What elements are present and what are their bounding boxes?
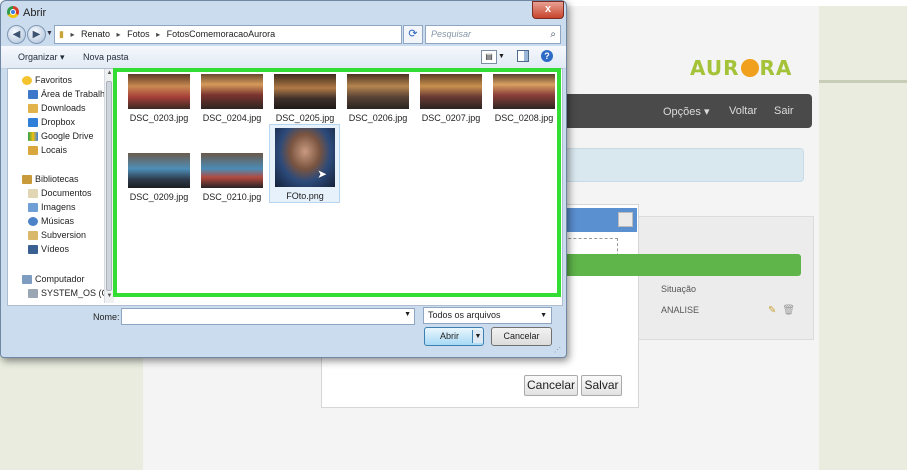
table-title-bar xyxy=(563,254,801,276)
nav-back-link[interactable]: Voltar xyxy=(729,105,757,117)
breadcrumb-fotos-comemoracao[interactable]: FotosComemoracaoAurora xyxy=(167,29,276,39)
nav-item-label: Downloads xyxy=(41,103,86,113)
nav-item-label: Imagens xyxy=(41,202,76,212)
pictures-icon xyxy=(28,203,38,212)
aurora-logo[interactable]: AUR RA xyxy=(690,56,792,80)
modal-close-button[interactable] xyxy=(618,212,633,227)
library-icon xyxy=(22,175,32,184)
dialog-titlebar[interactable]: Abrir x xyxy=(1,1,566,23)
file-name-label: Nome: xyxy=(93,312,120,322)
file-type-value: Todos os arquivos xyxy=(428,310,501,320)
chrome-icon xyxy=(7,6,19,18)
desktop-icon xyxy=(28,90,38,99)
dialog-close-button[interactable]: x xyxy=(532,1,564,19)
file-type-select[interactable]: Todos os arquivos ▼ xyxy=(423,307,552,324)
help-icon[interactable]: ? xyxy=(541,50,553,62)
dropbox-icon xyxy=(28,118,38,127)
drive-icon xyxy=(28,289,38,298)
header-rule xyxy=(819,80,907,83)
refresh-icon: ⟳ xyxy=(408,28,418,40)
search-icon: ⌕ xyxy=(550,29,556,40)
nav-item-label: Google Drive xyxy=(41,131,94,141)
resize-grip-icon[interactable]: ⋰ xyxy=(554,346,561,354)
navigation-pane: Favoritos Área de Trabalho Downloads Dro… xyxy=(8,69,104,303)
modal-save-button[interactable]: Salvar xyxy=(581,375,622,396)
chevron-down-icon[interactable]: ▼ xyxy=(404,311,411,318)
modal-cancel-button[interactable]: Cancelar xyxy=(524,375,578,396)
top-navbar: Opções ▾ Voltar Sair xyxy=(563,94,812,128)
downloads-folder-icon xyxy=(28,104,38,113)
chevron-down-icon: ▼ xyxy=(540,312,547,319)
search-input[interactable]: Pesquisar FotosComemoracao... ⌕ xyxy=(425,25,561,56)
star-icon xyxy=(22,76,32,85)
nav-header-label: Bibliotecas xyxy=(35,174,79,184)
scroll-thumb[interactable] xyxy=(106,81,112,291)
highlight-frame xyxy=(113,68,561,297)
dialog-title: Abrir xyxy=(23,7,47,19)
preview-pane-icon[interactable] xyxy=(517,50,529,62)
documents-icon xyxy=(28,189,38,198)
new-folder-button[interactable]: Nova pasta xyxy=(83,52,129,62)
logo-text-left: AUR xyxy=(690,56,740,80)
row-actions: ✎ 🗑 xyxy=(768,305,801,316)
open-button-label: Abrir xyxy=(440,331,460,341)
computer-icon xyxy=(22,275,32,284)
address-row: ◀ ▶ ▼ ▮ ▸ Renato ▸ Fotos ▸ FotosComemora… xyxy=(1,23,566,56)
dialog-footer: Nome: ▼ Todos os arquivos ▼ Abrir ▼ Canc… xyxy=(1,304,566,357)
table-cell-status: ANALISE xyxy=(661,305,700,315)
trash-icon[interactable]: 🗑 xyxy=(782,305,795,316)
file-open-dialog: Abrir x ◀ ▶ ▼ ▮ ▸ Renato ▸ Fotos ▸ Fotos… xyxy=(0,0,567,358)
edit-icon[interactable]: ✎ xyxy=(768,305,776,316)
sun-icon xyxy=(740,59,759,77)
forward-arrow-icon: ▶ xyxy=(32,29,41,40)
videos-icon xyxy=(28,245,38,254)
organize-menu[interactable]: Organizar ▾ xyxy=(18,52,65,63)
nav-item-label: Documentos xyxy=(41,188,92,198)
table-header-situacao: Situação xyxy=(661,284,697,294)
address-bar[interactable]: ▮ ▸ Renato ▸ Fotos ▸ FotosComemoracaoAur… xyxy=(54,25,450,44)
nav-header-label: Computador xyxy=(35,274,85,284)
crumb-separator-icon: ▸ xyxy=(156,30,161,39)
back-button[interactable]: ◀ xyxy=(7,25,26,44)
nav-exit-link[interactable]: Sair xyxy=(774,105,794,117)
dialog-toolbar: Organizar ▾ Nova pasta ▤ ▼ ? xyxy=(1,46,566,69)
folder-icon: ▮ xyxy=(59,29,64,39)
info-banner xyxy=(563,148,804,182)
scroll-down-icon[interactable]: ▼ xyxy=(106,293,113,299)
folder-icon xyxy=(28,146,38,155)
change-view-icon[interactable]: ▤ xyxy=(481,50,497,64)
forward-button[interactable]: ▶ xyxy=(27,25,46,44)
music-icon xyxy=(28,217,38,226)
nav-item-label: Área de Trabalho xyxy=(41,89,104,99)
breadcrumb-renato[interactable]: Renato xyxy=(81,29,110,39)
view-dropdown-icon[interactable]: ▼ xyxy=(498,53,505,60)
nav-item-label: Dropbox xyxy=(41,117,76,127)
nav-item-label: Músicas xyxy=(41,216,75,226)
cancel-button[interactable]: Cancelar xyxy=(491,327,552,346)
nav-item-label: SYSTEM_OS (C:) xyxy=(41,288,104,298)
open-split-dropdown-icon[interactable]: ▼ xyxy=(472,330,483,343)
crumb-separator-icon: ▸ xyxy=(70,30,75,39)
nav-options-menu[interactable]: Opções ▾ xyxy=(663,105,710,118)
nav-item-label: Locais xyxy=(41,145,68,155)
crumb-separator-icon: ▸ xyxy=(116,30,121,39)
file-name-input[interactable]: ▼ xyxy=(121,308,415,325)
google-drive-icon xyxy=(28,132,38,141)
breadcrumb-fotos[interactable]: Fotos xyxy=(127,29,150,39)
logo-text-right: RA xyxy=(759,56,793,80)
open-button[interactable]: Abrir ▼ xyxy=(424,327,484,346)
folder-icon xyxy=(28,231,38,240)
history-dropdown-icon[interactable]: ▼ xyxy=(46,30,53,37)
nav-item-label: Vídeos xyxy=(41,244,70,254)
refresh-button[interactable]: ⟳ xyxy=(403,25,423,44)
nav-header-label: Favoritos xyxy=(35,75,73,85)
scroll-up-icon[interactable]: ▲ xyxy=(106,70,113,76)
back-arrow-icon: ◀ xyxy=(12,29,21,40)
nav-item-label: Subversion xyxy=(41,230,87,240)
